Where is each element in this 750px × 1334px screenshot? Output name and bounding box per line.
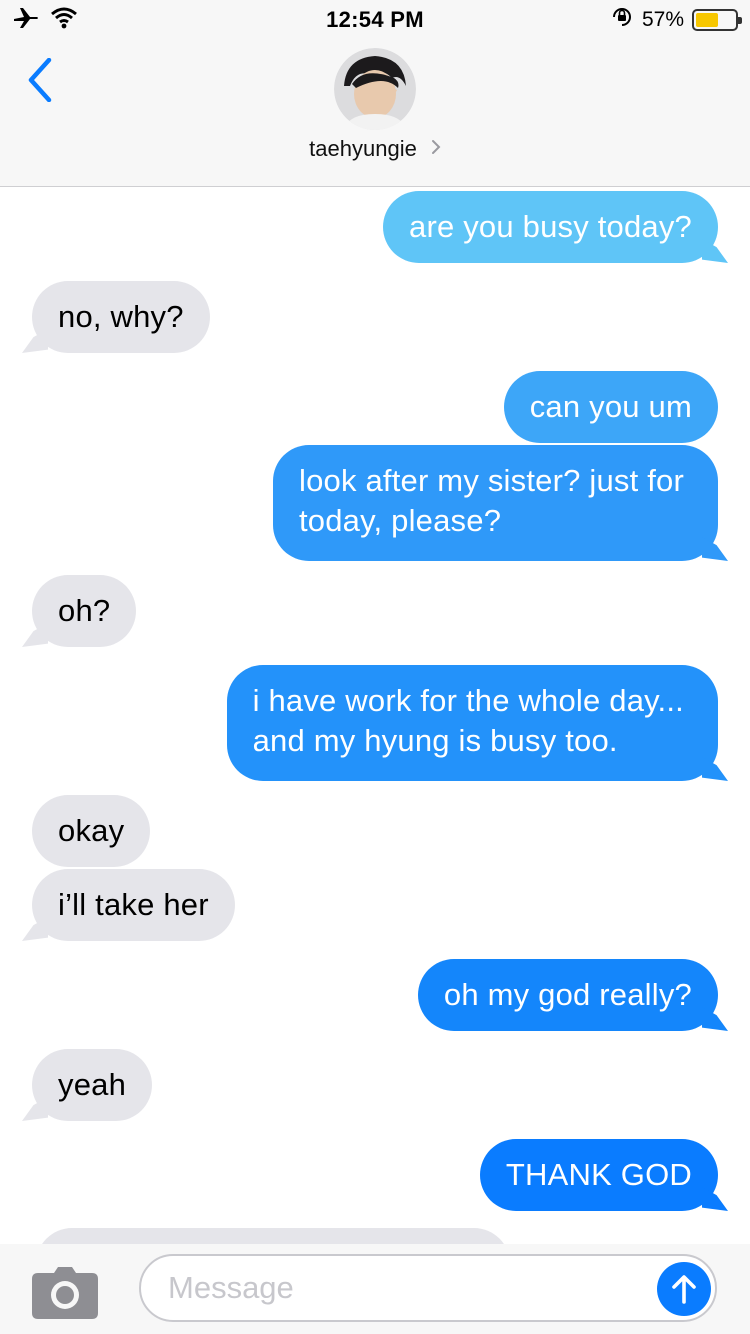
chevron-left-icon [28, 58, 52, 102]
chevron-right-icon [431, 139, 441, 160]
contact-name: taehyungie [309, 136, 417, 161]
camera-button[interactable] [32, 1267, 98, 1319]
message-received: yeah [32, 1049, 153, 1121]
message-input[interactable] [139, 1254, 717, 1322]
rotation-lock-icon [610, 5, 634, 35]
status-bar: 12:54 PM 57% [0, 0, 750, 40]
status-right: 57% [610, 5, 742, 35]
camera-icon [32, 1267, 98, 1319]
battery-tip [738, 17, 742, 24]
message-sent: THANK GOD [479, 1139, 718, 1211]
contact-title[interactable]: taehyungie [0, 136, 750, 162]
battery-icon [692, 9, 742, 31]
message-sent: are you busy today? [383, 191, 718, 263]
battery-percent: 57% [641, 8, 684, 31]
send-button[interactable] [657, 1262, 711, 1316]
back-button[interactable] [18, 52, 62, 108]
battery-fill [696, 13, 718, 27]
composer-bar [0, 1244, 750, 1334]
message-sent: oh my god really? [417, 959, 718, 1031]
message-sent: can you um [503, 371, 718, 443]
arrow-up-icon [672, 1275, 696, 1304]
message-sent: look after my sister? just for today, pl… [272, 445, 718, 561]
message-received: i’ll take her [32, 869, 235, 941]
message-sent: i have work for the whole day... and my … [226, 665, 718, 781]
contact-avatar[interactable] [334, 48, 416, 130]
message-received: okay [32, 795, 151, 867]
message-received: no, why? [32, 281, 210, 353]
conversation-header: taehyungie [0, 40, 750, 187]
message-received: oh? [32, 575, 137, 647]
